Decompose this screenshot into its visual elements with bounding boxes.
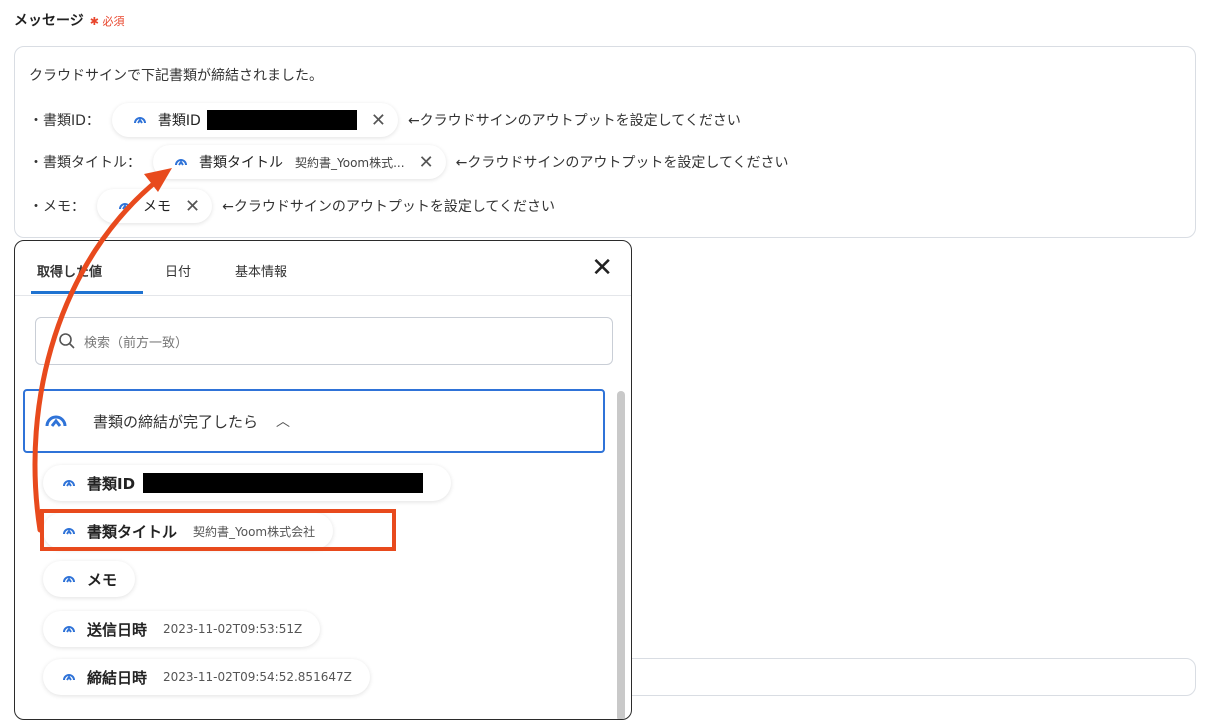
message-line-2: ・書類ID： 書類ID ✕ ←クラウドサインのアウトプットを設定してください xyxy=(29,103,741,137)
chip-remove-icon[interactable]: ✕ xyxy=(371,110,386,131)
hint-text: ←クラウドサインのアウトプットを設定してください xyxy=(455,155,789,171)
tab-date[interactable]: 日付 xyxy=(165,261,191,280)
line-prefix-memo: ・メモ： xyxy=(29,199,85,215)
line-prefix-title: ・書類タイトル： xyxy=(29,155,141,171)
hint-text: ←クラウドサインのアウトプットを設定してください xyxy=(222,199,555,215)
tab-basic-info[interactable]: 基本情報 xyxy=(235,261,287,280)
close-icon[interactable]: ✕ xyxy=(591,255,613,281)
cloudsign-icon xyxy=(63,576,75,583)
message-textarea[interactable]: クラウドサインで下記書類が締結されました。 ・書類ID： 書類ID ✕ ←クラウ… xyxy=(14,46,1196,238)
search-placeholder: 検索（前方一致） xyxy=(84,335,189,351)
item-label: 送信日時 xyxy=(87,620,148,639)
variable-chip-memo[interactable]: メモ ✕ xyxy=(97,189,213,223)
cloudsign-icon xyxy=(133,117,146,124)
section-title: 書類の締結が完了したら xyxy=(93,412,259,431)
picker-tabs: 取得した値 日付 基本情報 ✕ xyxy=(15,241,631,296)
item-label: メモ xyxy=(87,570,118,589)
highlight-box xyxy=(40,509,396,551)
chip-remove-icon[interactable]: ✕ xyxy=(419,152,434,173)
scrollbar[interactable] xyxy=(617,391,625,719)
item-label: 締結日時 xyxy=(87,668,148,687)
field-label: メッセージ ✱ 必須 xyxy=(14,10,124,30)
chip-label: 書類ID xyxy=(157,113,201,129)
cloudsign-icon xyxy=(63,626,75,633)
cloudsign-icon xyxy=(119,203,131,210)
redacted-value xyxy=(143,473,424,493)
message-line-4: ・メモ： メモ ✕ ←クラウドサインのアウトプットを設定してください xyxy=(29,189,555,223)
hint-text: ←クラウドサインのアウトプットを設定してください xyxy=(407,113,741,129)
item-label: 書類ID xyxy=(87,474,136,493)
variable-chip-document-title[interactable]: 書類タイトル 契約書_Yoom株式... ✕ xyxy=(153,145,446,179)
variable-item-sent-at[interactable]: 送信日時 2023-11-02T09:53:51Z xyxy=(43,611,321,647)
cloudsign-icon xyxy=(63,480,75,487)
chevron-up-icon[interactable]: ︿ xyxy=(276,411,290,431)
search-icon xyxy=(59,333,75,349)
field-label-text: メッセージ xyxy=(14,13,84,29)
chip-label: メモ xyxy=(143,199,171,215)
chip-value: 契約書_Yoom株式... xyxy=(295,155,405,170)
item-value: 2023-11-02T09:54:52.851647Z xyxy=(163,670,352,684)
variable-item-memo[interactable]: メモ xyxy=(43,561,136,597)
chip-label: 書類タイトル xyxy=(199,155,283,171)
variable-item-signed-at[interactable]: 締結日時 2023-11-02T09:54:52.851647Z xyxy=(43,659,370,695)
active-tab-indicator xyxy=(31,291,143,294)
variable-picker-panel: 取得した値 日付 基本情報 ✕ 検索（前方一致） 書類の締結が完了したら ︿ 書… xyxy=(14,240,632,720)
trigger-section-header[interactable]: 書類の締結が完了したら ︿ xyxy=(23,389,605,453)
redacted-value xyxy=(206,110,357,130)
variable-item-document-id[interactable]: 書類ID xyxy=(43,465,451,501)
cloudsign-icon xyxy=(63,674,75,681)
cloudsign-icon xyxy=(45,415,67,427)
message-line-1: クラウドサインで下記書類が締結されました。 xyxy=(29,68,323,84)
message-line-3: ・書類タイトル： 書類タイトル 契約書_Yoom株式... ✕ ←クラウドサイン… xyxy=(29,145,789,179)
search-input[interactable]: 検索（前方一致） xyxy=(35,317,613,365)
chip-remove-icon[interactable]: ✕ xyxy=(185,196,200,217)
required-badge: ✱ 必須 xyxy=(89,15,125,28)
tab-acquired-values[interactable]: 取得した値 xyxy=(37,261,102,280)
cloudsign-icon xyxy=(175,159,187,166)
variable-chip-document-id[interactable]: 書類ID ✕ xyxy=(111,103,398,137)
item-value: 2023-11-02T09:53:51Z xyxy=(163,622,303,636)
line-prefix-id: ・書類ID： xyxy=(29,113,100,129)
